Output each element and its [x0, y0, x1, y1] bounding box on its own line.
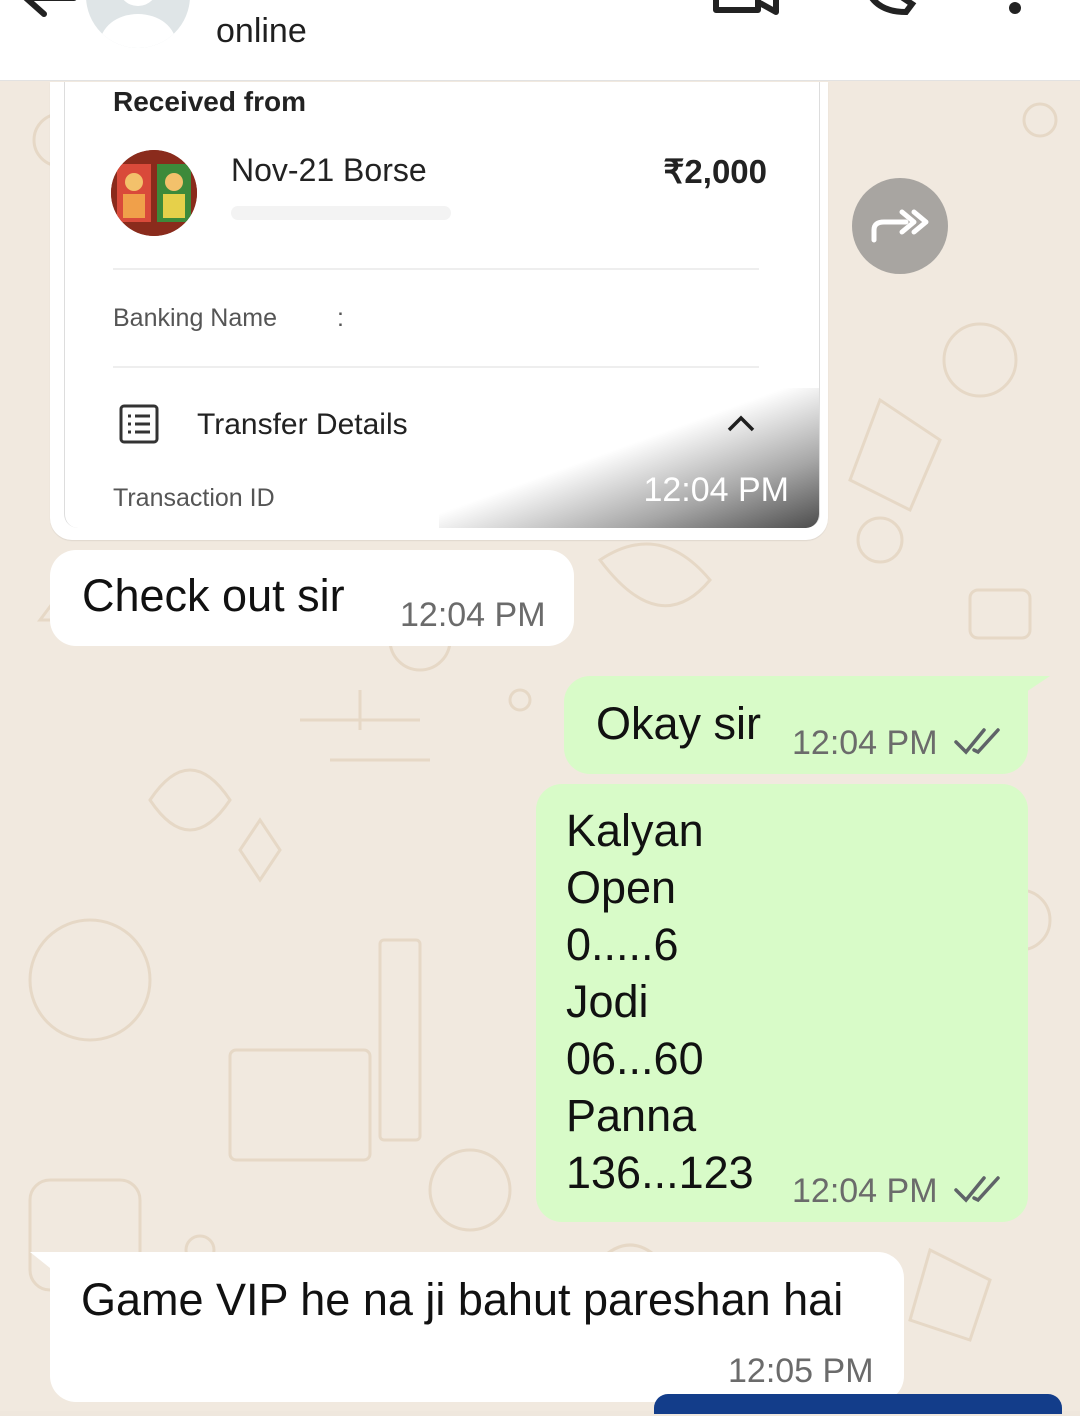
- message-time: 12:04 PM: [792, 1172, 938, 1210]
- chat-header: online: [0, 0, 1080, 81]
- payer-avatar: [111, 150, 197, 236]
- divider: [113, 366, 759, 368]
- payer-name: Nov-21 Borse: [231, 152, 427, 188]
- back-arrow-icon[interactable]: [18, 0, 78, 28]
- payment-amount: ₹2,000: [663, 153, 767, 190]
- message-line: Open: [566, 862, 677, 913]
- banking-name-colon: :: [337, 304, 344, 332]
- contact-status: online: [216, 12, 307, 50]
- payer-upi-redacted: [231, 206, 451, 220]
- video-call-icon[interactable]: [710, 0, 780, 26]
- banking-name-label: Banking Name: [113, 304, 277, 332]
- more-vert-icon[interactable]: [1000, 0, 1030, 30]
- message-lines: Kalyan Open 0.....6 Jodi 06...60 Panna 1…: [566, 802, 754, 1201]
- forward-button[interactable]: [852, 178, 948, 274]
- incoming-message[interactable]: Game VIP he na ji bahut pareshan hai 12:…: [50, 1252, 904, 1402]
- message-line: 136...123: [566, 1147, 754, 1198]
- double-check-icon: [954, 1176, 1000, 1203]
- divider: [113, 268, 759, 270]
- message-line: Kalyan: [566, 805, 704, 856]
- forward-icon: [871, 209, 929, 243]
- message-time: 12:04 PM: [792, 724, 938, 762]
- incoming-message[interactable]: Check out sir 12:04 PM: [50, 550, 574, 646]
- outgoing-message[interactable]: Okay sir 12:04 PM: [564, 676, 1028, 774]
- message-line: 06...60: [566, 1033, 704, 1084]
- message-line: Jodi: [566, 976, 649, 1027]
- transaction-id-label: Transaction ID: [113, 484, 275, 512]
- contact-avatar[interactable]: [86, 0, 190, 48]
- message-time: 12:04 PM: [400, 596, 546, 634]
- list-details-icon: [119, 404, 159, 444]
- payment-receipt: Received from Nov-21 Borse ₹2,000 Bankin…: [64, 82, 820, 528]
- received-from-label: Received from: [113, 86, 306, 117]
- phone-icon[interactable]: [860, 0, 920, 26]
- message-line: 0.....6: [566, 919, 679, 970]
- message-text: Game VIP he na ji bahut pareshan hai: [81, 1274, 844, 1325]
- payment-card-message[interactable]: Received from Nov-21 Borse ₹2,000 Bankin…: [50, 82, 828, 540]
- message-text: Check out sir: [82, 570, 345, 621]
- bubble-tail: [1020, 676, 1050, 696]
- transfer-details-label[interactable]: Transfer Details: [197, 408, 408, 442]
- input-bar-edge: [654, 1394, 1062, 1414]
- outgoing-message[interactable]: Kalyan Open 0.....6 Jodi 06...60 Panna 1…: [536, 784, 1028, 1222]
- double-check-icon: [954, 728, 1000, 755]
- message-line: Panna: [566, 1090, 697, 1141]
- message-time: 12:05 PM: [728, 1352, 874, 1390]
- message-time: 12:04 PM: [643, 471, 789, 509]
- message-text: Okay sir: [596, 698, 762, 749]
